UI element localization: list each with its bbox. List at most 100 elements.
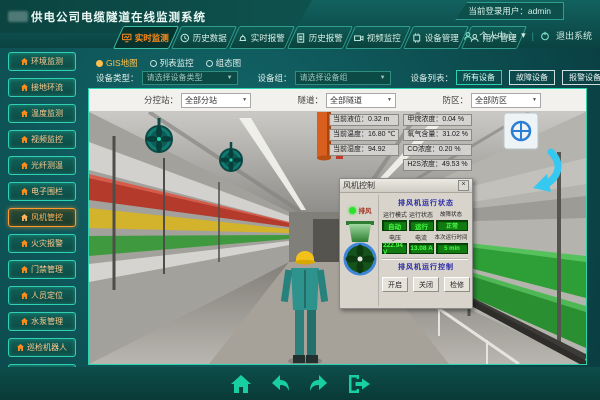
dropdown-arrow-icon: ▼	[242, 97, 247, 103]
radio-dot	[96, 60, 103, 67]
device-group-select[interactable]: 请选择设备组▼	[295, 71, 391, 85]
fan-off-button[interactable]: 关闭	[413, 277, 439, 292]
sidebar-item-video[interactable]: 视频监控	[8, 130, 76, 149]
divider	[382, 258, 468, 260]
app-window: 供电公司电缆隧道在线监测系统 实时监测 历史数据 实时报警 历史报警 视频监控 …	[0, 0, 600, 400]
header: 供电公司电缆隧道在线监测系统 实时监测 历史数据 实时报警 历史报警 视频监控 …	[0, 0, 600, 48]
station-select[interactable]: 全部分站▼	[181, 93, 251, 108]
radio-dot	[206, 60, 213, 67]
tab-realtime-monitor[interactable]: 实时监测	[113, 26, 179, 49]
device-type-label: 设备类型：	[96, 72, 139, 84]
device-filter-row: 设备类型： 请选择设备类型▼ 设备组： 请选择设备组▼ 设备列表： 所有设备 故…	[96, 70, 600, 85]
device-type-select[interactable]: 请选择设备类型▼	[142, 71, 238, 85]
sidebar-item-ground-current[interactable]: 接地环流	[8, 78, 76, 97]
house-icon	[21, 292, 28, 299]
reading-temperature: 当前温度：16.80 ℃	[329, 129, 399, 141]
sidebar-item-temperature[interactable]: 温度监测	[8, 104, 76, 123]
runtime-value: 5 min	[436, 243, 468, 254]
zone-select[interactable]: 全部防区▼	[471, 93, 541, 108]
sidebar-item-robot[interactable]: 巡检机器人	[8, 338, 76, 357]
redo-button[interactable]	[308, 373, 330, 395]
dropdown-arrow-icon: ▼	[380, 75, 386, 81]
divider: |	[532, 31, 534, 41]
sidebar-item-environment[interactable]: 环境监测	[8, 52, 76, 71]
sidebar-item-fan-control[interactable]: 风机管控	[8, 208, 76, 227]
personal-center-link[interactable]: 个人中心	[479, 29, 515, 42]
view-mode-radios: GIS地图 列表监控 组态图	[96, 57, 241, 69]
redacted-company-name	[8, 11, 28, 22]
house-icon	[21, 266, 28, 273]
fan-status-graphic: 排风	[342, 195, 378, 306]
house-icon	[21, 136, 28, 143]
sidebar-item-personnel[interactable]: 人员定位	[8, 286, 76, 305]
house-icon	[21, 214, 28, 221]
house-icon	[21, 162, 28, 169]
fan-on-button[interactable]: 开启	[382, 277, 408, 292]
device-group-label: 设备组：	[258, 72, 292, 84]
dropdown-arrow-icon: ▼	[532, 97, 537, 103]
main-panel: 分控站： 全部分站▼ 隧道： 全部隧道▼ 防区： 全部防区▼	[88, 88, 587, 365]
home-button[interactable]	[230, 373, 252, 395]
tunnel-select[interactable]: 全部隧道▼	[326, 93, 396, 108]
monitor-icon	[122, 33, 132, 43]
alarm-devices-button[interactable]: 报警设备	[562, 70, 600, 85]
runtime-label: 本次运行时间	[434, 233, 468, 242]
sidebar-item-access-control[interactable]: 门禁管理	[8, 260, 76, 279]
undo-button[interactable]	[269, 373, 291, 395]
dialog-title-bar[interactable]: 风机控制 ×	[340, 179, 472, 193]
radio-gis-map[interactable]: GIS地图	[96, 57, 138, 69]
fault-state-label: 故障状态	[434, 210, 468, 219]
app-title: 供电公司电缆隧道在线监测系统	[31, 9, 206, 25]
indicator-label: 排风	[359, 205, 372, 215]
fan-icon	[342, 221, 378, 279]
chevron-down-icon: ▾	[521, 30, 526, 41]
reading-co: CO浓度：0.20 %	[403, 144, 472, 156]
tab-device-manage[interactable]: 设备管理	[403, 26, 469, 49]
house-icon	[17, 344, 24, 351]
tunnel-3d-viewport[interactable]: 当前液位：0.32 m 当前温度：16.80 ℃ 当前湿度：94.92 甲烷浓度…	[89, 112, 586, 364]
house-icon	[21, 240, 28, 247]
sidebar-item-efence[interactable]: 电子围栏	[8, 182, 76, 201]
close-icon[interactable]: ×	[458, 180, 469, 191]
wall-sign	[504, 113, 538, 149]
fan-status-header: 排风机运行状态	[382, 198, 470, 208]
logout-link[interactable]: 退出系统	[556, 29, 592, 42]
tunnel-filter-bar: 分控站： 全部分站▼ 隧道： 全部隧道▼ 防区： 全部防区▼	[89, 89, 586, 112]
tab-history-alarm[interactable]: 历史报警	[287, 26, 353, 49]
dialog-title: 风机控制	[343, 180, 375, 191]
document-icon	[296, 33, 306, 43]
dropdown-arrow-icon: ▼	[387, 97, 392, 103]
zone-label: 防区：	[442, 94, 468, 106]
user-actions: 个人中心 ▾ | 退出系统	[463, 29, 592, 42]
tab-realtime-alarm[interactable]: 实时报警	[229, 26, 295, 49]
tunnel-label: 隧道：	[297, 94, 323, 106]
exit-button[interactable]	[347, 373, 371, 395]
all-devices-button[interactable]: 所有设备	[456, 70, 502, 85]
run-state-label: 运行状态	[408, 210, 434, 219]
sidebar-item-water-pump[interactable]: 水泵管理	[8, 312, 76, 331]
fault-state-value: 正常	[436, 220, 468, 231]
device-icon	[412, 33, 422, 43]
radio-list-monitor[interactable]: 列表监控	[150, 57, 194, 69]
sidebar: 环境监测 接地环流 温度监测 视频监控 光纤测温 电子围栏 风机管控 火灾报警 …	[0, 52, 84, 383]
radio-scada-view[interactable]: 组态图	[206, 57, 242, 69]
device-list-label: 设备列表：	[411, 72, 454, 84]
tab-video-monitor[interactable]: 视频监控	[345, 26, 411, 49]
sidebar-item-fire-alarm[interactable]: 火灾报警	[8, 234, 76, 253]
reading-h2s: H2S浓度：49.53 %	[403, 159, 472, 171]
sidebar-item-fiber-temp[interactable]: 光纤测温	[8, 156, 76, 175]
reading-oxygen: 氧气含量：31.02 %	[403, 129, 472, 141]
house-icon	[21, 84, 28, 91]
alarm-bell-icon	[238, 33, 248, 43]
tab-history-data[interactable]: 历史数据	[171, 26, 237, 49]
fault-devices-button[interactable]: 故障设备	[509, 70, 555, 85]
running-led-indicator	[349, 207, 356, 214]
house-icon	[21, 318, 28, 325]
current-label: 电流	[408, 233, 434, 242]
house-icon	[21, 58, 28, 65]
fan-service-button[interactable]: 检修	[444, 277, 470, 292]
power-icon	[540, 31, 550, 41]
house-icon	[21, 188, 28, 195]
radio-dot	[150, 60, 157, 67]
run-mode-value: 自动	[382, 220, 407, 231]
